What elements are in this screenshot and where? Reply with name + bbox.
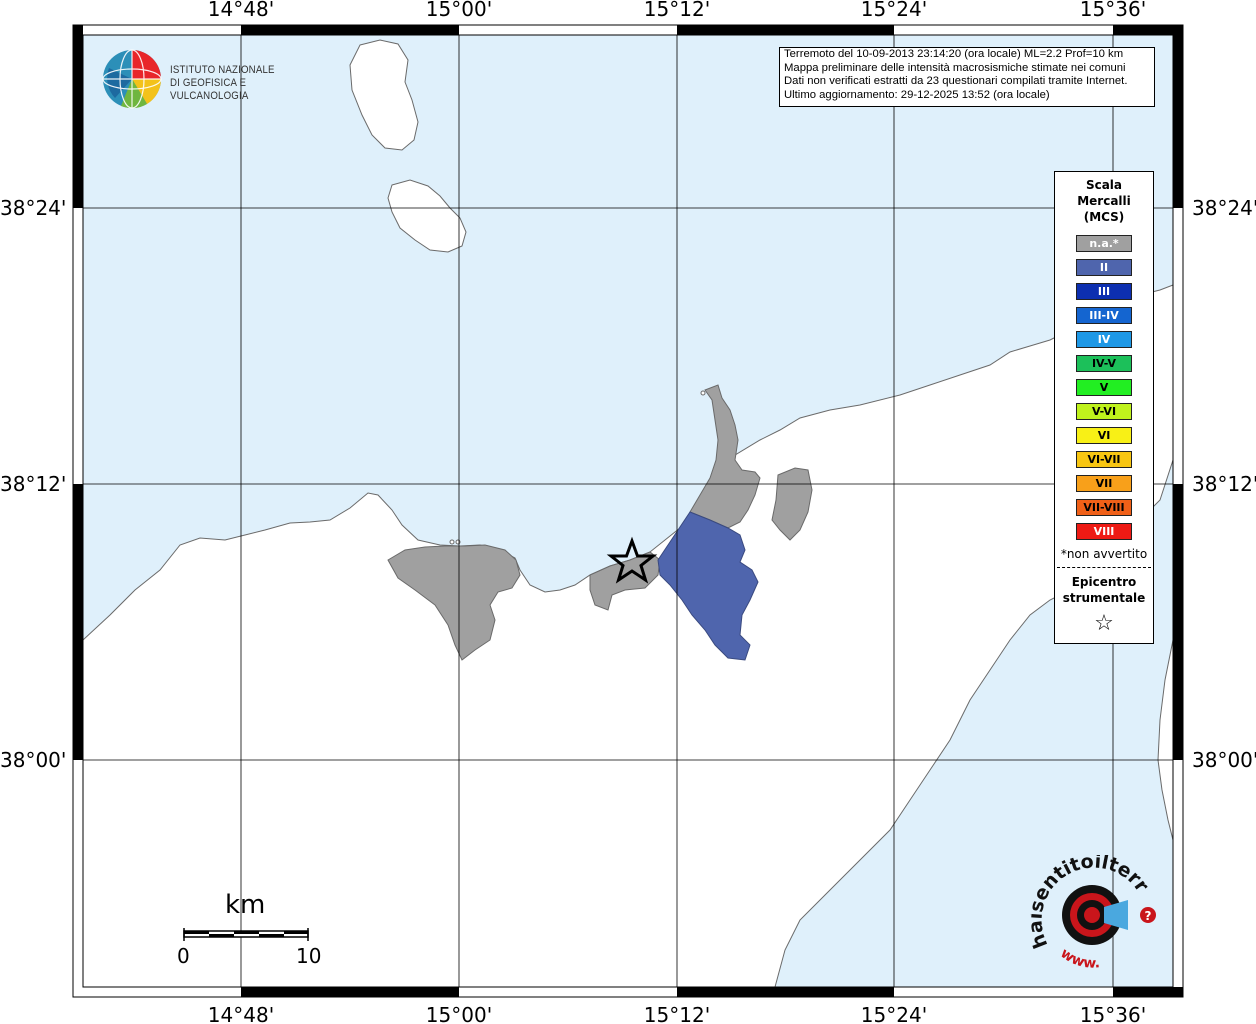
legend-swatch: VII	[1076, 475, 1132, 492]
tick-label: 15°12'	[644, 1003, 710, 1024]
ingv-globe-icon	[102, 49, 162, 109]
ingv-logo-line2: DI GEOFISICA E VULCANOLOGIA	[170, 77, 249, 102]
legend-swatch: III	[1076, 283, 1132, 300]
haisentito-www: www.	[1057, 945, 1100, 972]
tick-labels-right: 38°24' 38°12' 38°00'	[1192, 196, 1256, 772]
legend-epicenter-label: Epicentro strumentale	[1055, 574, 1153, 606]
islet	[700, 390, 706, 396]
legend-note: *non avvertito	[1060, 547, 1148, 561]
event-info-box: Terremoto del 10-09-2013 23:14:20 (ora l…	[779, 47, 1155, 107]
map-area	[82, 35, 1174, 988]
legend-swatch: III-IV	[1076, 307, 1132, 324]
scale-label-min: 0	[177, 944, 190, 968]
tick-label: 38°00'	[1192, 748, 1256, 772]
legend-divider	[1057, 567, 1151, 568]
legend-swatch: n.a.*	[1076, 235, 1132, 252]
legend-swatch: V	[1076, 379, 1132, 396]
event-info-line3: Dati non verificati estratti da 23 quest…	[784, 75, 1128, 88]
legend-title-line2: Mercalli	[1077, 194, 1131, 208]
legend-swatch-list: n.a.* II III III-IV IV IV-V V V-VI VI VI-VII VII VI…	[1055, 235, 1153, 540]
legend-swatch: VIII	[1076, 523, 1132, 540]
tick-labels-left: 38°24' 38°12' 38°00'	[0, 196, 66, 772]
event-info-line4: Ultimo aggiornamento: 29-12-2025 13:52 (…	[784, 88, 1050, 101]
legend-title-line3: (MCS)	[1083, 210, 1125, 224]
tick-label: 38°24'	[1192, 196, 1256, 220]
tick-labels-top: 14°48' 15°00' 15°12' 15°24' 15°36'	[208, 0, 1146, 21]
tick-label: 38°12'	[0, 472, 66, 496]
scale-bar-graphic	[183, 928, 309, 941]
tick-label: 15°36'	[1080, 0, 1146, 21]
legend-swatch: IV	[1076, 331, 1132, 348]
legend-swatch: VI-VII	[1076, 451, 1132, 468]
tick-label: 38°00'	[0, 748, 66, 772]
legend-swatch: V-VI	[1076, 403, 1132, 420]
legend-swatch: II	[1076, 259, 1132, 276]
legend-swatch: VI	[1076, 427, 1132, 444]
ingv-logo-text: ISTITUTO NAZIONALE DI GEOFISICA E VULCAN…	[170, 64, 312, 103]
legend-epicenter-line1: Epicentro	[1071, 575, 1137, 589]
legend-star-icon: ☆	[1094, 611, 1114, 636]
legend-swatch: VII-VIII	[1076, 499, 1132, 516]
legend-epicenter-line2: strumentale	[1062, 591, 1146, 605]
svg-text:?: ?	[1145, 909, 1152, 923]
haisentito-logo: haisentitoilterremoto.it www. ?	[1020, 838, 1160, 975]
event-info-line2: Mappa preliminare delle intensità macros…	[784, 61, 1126, 74]
legend-title-line1: Scala	[1085, 178, 1123, 192]
scale-bar: km 0 10	[177, 890, 323, 970]
ingv-logo: ISTITUTO NAZIONALE DI GEOFISICA E VULCAN…	[101, 48, 331, 110]
tick-label: 15°00'	[426, 0, 492, 21]
legend-swatch: IV-V	[1076, 355, 1132, 372]
tick-label: 15°00'	[426, 1003, 492, 1024]
tick-label: 15°24'	[861, 0, 927, 21]
islet	[449, 539, 455, 545]
legend-title: Scala Mercalli (MCS)	[1055, 177, 1153, 225]
tick-label: 38°12'	[1192, 472, 1256, 496]
ingv-logo-line1: ISTITUTO NAZIONALE	[170, 64, 275, 76]
event-info-line1: Terremoto del 10-09-2013 23:14:20 (ora l…	[784, 48, 1124, 60]
tick-labels-bottom: 14°48' 15°00' 15°12' 15°24' 15°36'	[208, 1003, 1146, 1024]
scale-unit: km	[225, 890, 266, 920]
tick-label: 15°24'	[861, 1003, 927, 1024]
scale-label-max: 10	[296, 944, 322, 968]
tick-label: 15°12'	[644, 0, 710, 21]
tick-label: 14°48'	[208, 0, 274, 21]
mcs-legend: Scala Mercalli (MCS) n.a.* II III III-IV IV I…	[1054, 171, 1154, 644]
tick-label: 15°36'	[1080, 1003, 1146, 1024]
tick-label: 38°24'	[0, 196, 66, 220]
tick-label: 14°48'	[208, 1003, 274, 1024]
